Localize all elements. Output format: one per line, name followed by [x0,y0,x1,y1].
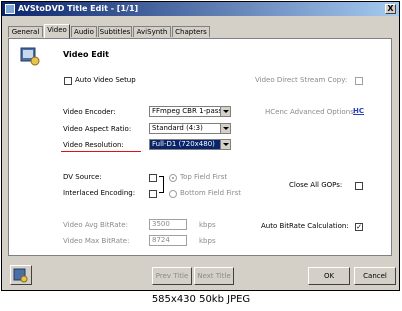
chevron-down-icon [220,140,230,149]
aspect-ratio-label: Video Aspect Ratio: [63,125,132,133]
auto-bitrate-label: Auto BitRate Calculation: [261,222,349,230]
top-field-first-radio[interactable] [169,174,177,182]
bottom-field-first-label: Bottom Field First [180,189,242,197]
aspect-ratio-select[interactable]: Standard (4:3) [149,123,231,134]
aspect-ratio-value: Standard (4:3) [152,124,203,132]
max-bitrate-label: Video Max BitRate: [63,237,130,245]
dv-source-checkbox[interactable] [149,174,157,182]
direct-stream-copy-checkbox[interactable] [355,77,363,85]
hcenc-options-link[interactable]: HC [353,107,364,115]
top-field-first-label: Top Field First [180,173,228,181]
avg-bitrate-label: Video Avg BitRate: [63,221,128,229]
tab-general[interactable]: General [8,26,43,37]
video-resolution-label: Video Resolution: [63,141,124,149]
video-edit-panel: Video Edit Auto Video Setup Video Direct… [8,38,392,256]
app-icon [5,4,15,14]
tab-subtitles[interactable]: Subtitles [98,26,132,37]
avg-bitrate-input[interactable]: 3500 [149,219,187,230]
video-preview-icon [13,268,28,283]
video-encoder-select[interactable]: FFmpeg CBR 1-pass [149,106,231,117]
direct-stream-copy-label: Video Direct Stream Copy: [255,76,348,84]
cancel-button[interactable]: Cancel [354,267,396,285]
video-edit-icon [20,47,40,66]
prev-title-button[interactable]: Prev Title [152,267,192,285]
interlaced-encoding-checkbox[interactable] [149,190,157,198]
ok-button[interactable]: OK [308,267,350,285]
video-resolution-select[interactable]: Full-D1 (720x480) [149,139,231,150]
chevron-down-icon [220,124,230,133]
tab-video[interactable]: Video [44,24,70,38]
section-title: Video Edit [63,50,109,59]
video-encoder-value: FFmpeg CBR 1-pass [152,107,223,115]
max-bitrate-input[interactable]: 8724 [149,235,187,246]
field-order-bracket [159,176,164,193]
auto-video-setup-checkbox[interactable] [64,77,72,85]
hcenc-options-label: HCenc Advanced Options: [265,108,357,116]
avg-bitrate-unit: kbps [199,221,216,229]
max-bitrate-unit: kbps [199,237,216,245]
interlaced-encoding-label: Interlaced Encoding: [63,189,136,197]
title-bar: AVStoDVD Title Edit - [1/1] X [2,2,399,16]
tab-avisynth[interactable]: AviSynth [133,26,171,37]
auto-video-setup-label: Auto Video Setup [75,76,136,84]
preview-button[interactable] [10,265,32,285]
bottom-field-first-radio[interactable] [169,190,177,198]
dv-source-label: DV Source: [63,173,102,181]
chevron-down-icon [220,107,230,116]
image-caption: 585x430 50kb JPEG [151,294,251,305]
next-title-button[interactable]: Next Title [194,267,234,285]
resolution-underline [61,151,141,152]
tab-chapters[interactable]: Chapters [172,26,210,37]
close-gops-checkbox[interactable] [355,182,363,190]
close-button[interactable]: X [385,4,396,14]
tab-audio[interactable]: Audio [71,26,97,37]
title-edit-window: AVStoDVD Title Edit - [1/1] X General Vi… [1,1,400,291]
window-title: AVStoDVD Title Edit - [1/1] [18,4,139,13]
close-gops-label: Close All GOPs: [289,181,343,189]
video-resolution-value: Full-D1 (720x480) [152,140,215,148]
video-encoder-label: Video Encoder: [63,108,116,116]
auto-bitrate-checkbox[interactable]: ✓ [355,223,363,231]
